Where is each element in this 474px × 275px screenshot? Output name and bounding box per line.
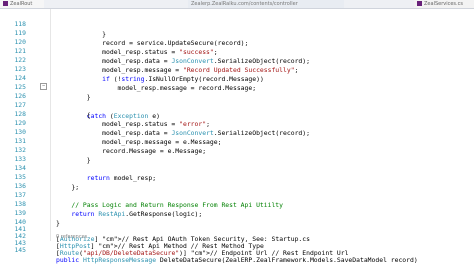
file-icon <box>3 1 8 6</box>
tab-zealservices[interactable]: ZealServices.cs <box>414 0 474 8</box>
tab-zealrout[interactable]: ZealRout <box>0 0 44 8</box>
code-editor[interactable]: 118 } 119 record = service.UpdateSecure(… <box>0 9 474 264</box>
code-text: public HttpResponseMessage DeleteDataSec… <box>56 256 418 264</box>
document-tab-strip: ZealRout Zealerp.ZealRalku.com/contents/… <box>0 0 474 9</box>
collapse-icon[interactable]: − <box>40 83 47 90</box>
line-number: 145 <box>14 246 26 254</box>
code-line[interactable]: 145 public HttpResponseMessage DeleteDat… <box>0 235 474 264</box>
file-icon <box>417 1 422 6</box>
tab-controller-path[interactable]: Zealerp.ZealRalku.com/contents/controlle… <box>188 0 344 8</box>
